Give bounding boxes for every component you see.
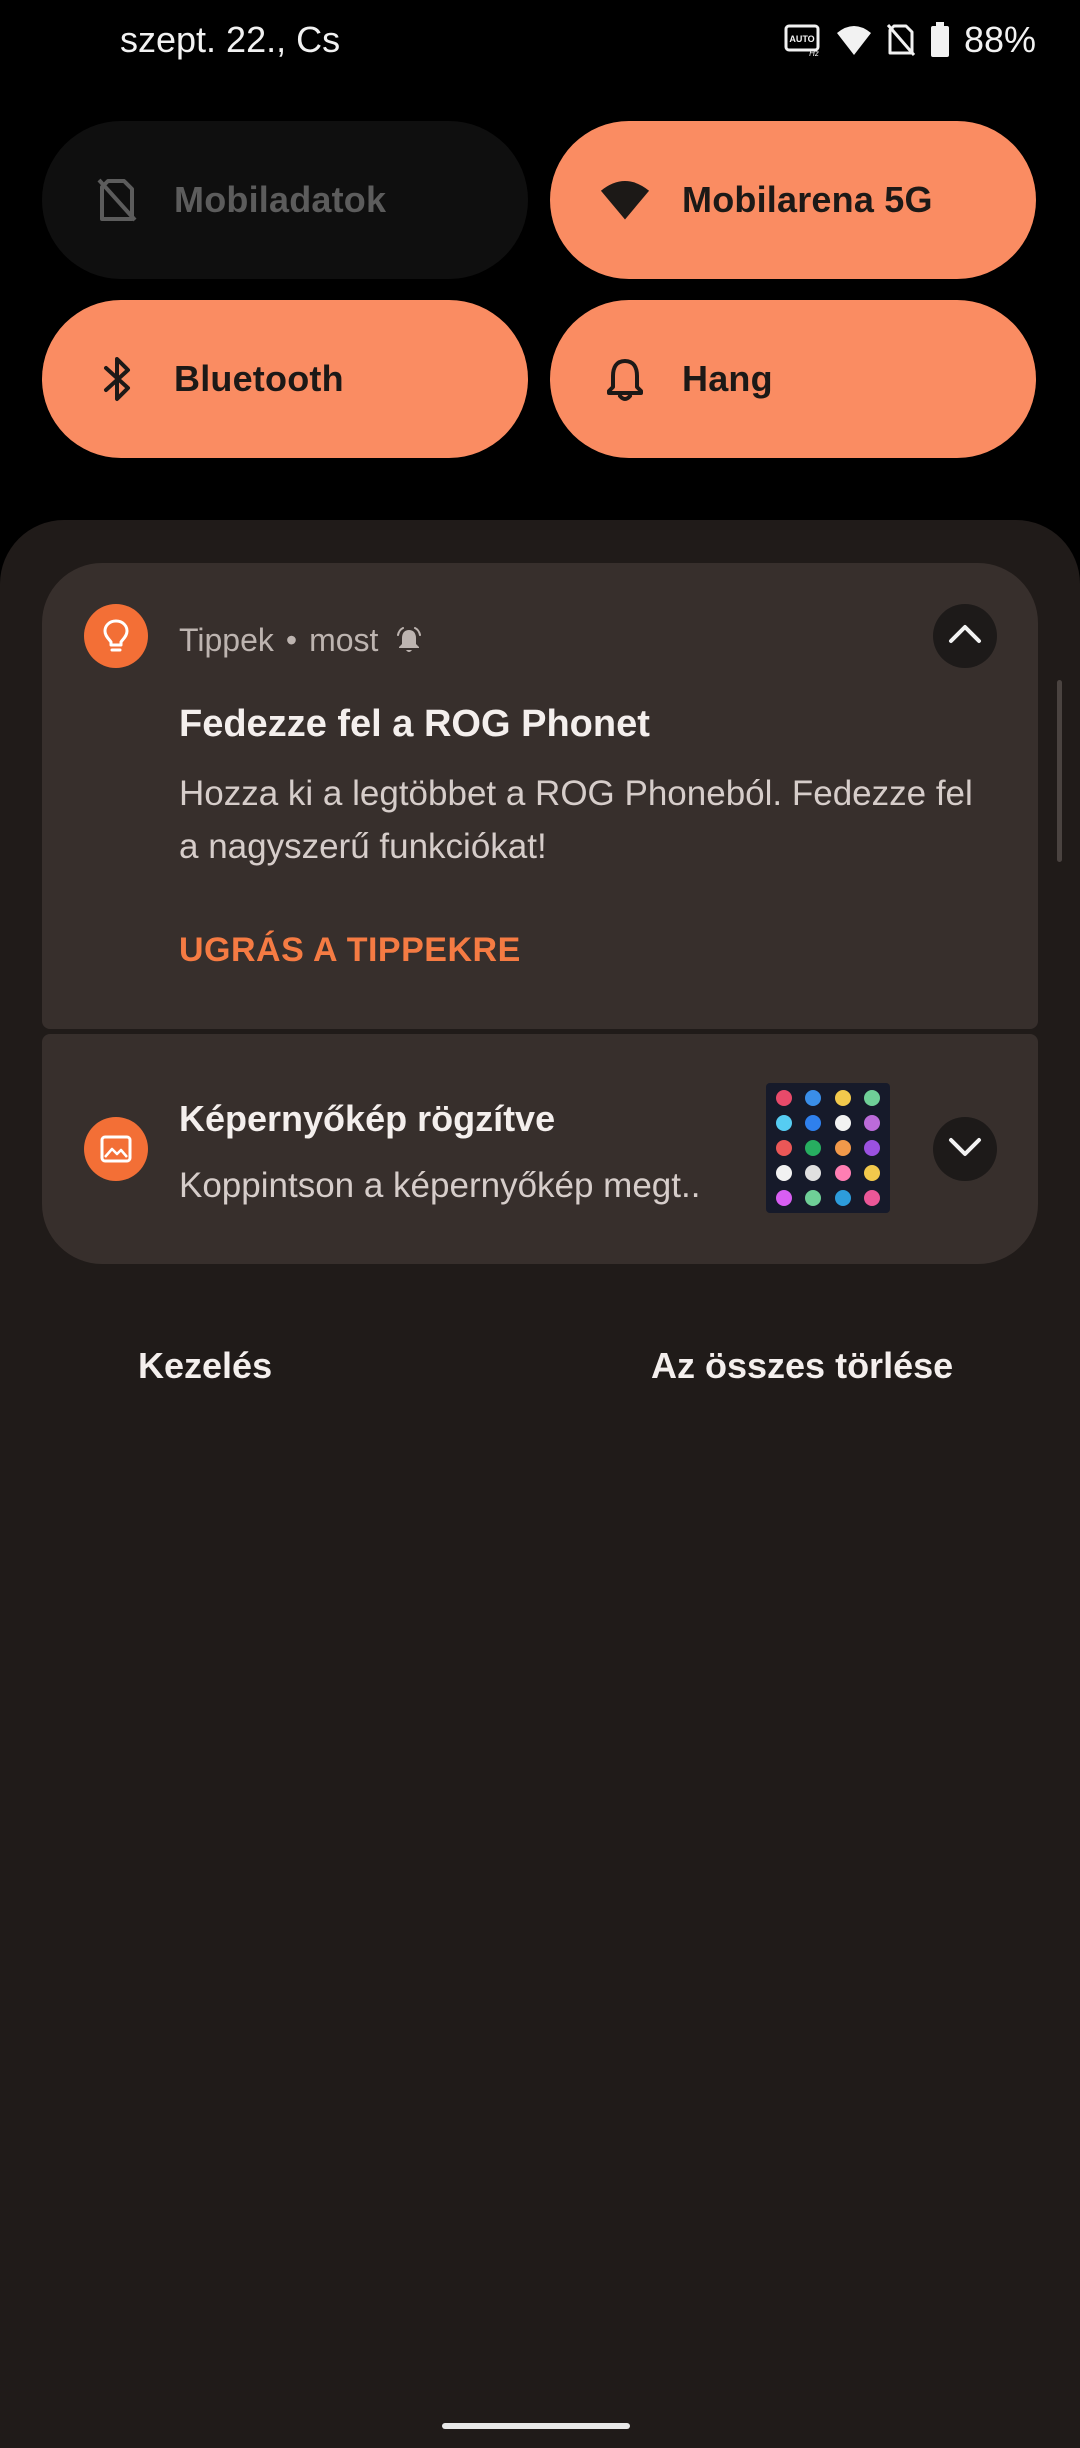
notification-screenshot[interactable]: Képernyőkép rögzítve Koppintson a képern… bbox=[42, 1034, 1038, 1264]
wifi-icon bbox=[836, 23, 872, 57]
go-to-tips-button[interactable]: UGRÁS A TIPPEKRE bbox=[179, 931, 521, 970]
tile-mobile-data-label: Mobiladatok bbox=[174, 179, 387, 220]
alerting-bell-icon bbox=[394, 625, 424, 655]
status-icons: AUTO Hz 88% bbox=[784, 18, 1036, 62]
notification-title: Fedezze fel a ROG Phonet bbox=[179, 703, 650, 745]
notification-header: Tippek • most bbox=[179, 615, 424, 665]
tile-sound[interactable]: Hang bbox=[550, 300, 1036, 458]
tile-wifi-label: Mobilarena 5G bbox=[682, 179, 933, 220]
notification-body: Koppintson a képernyőkép megt.. bbox=[179, 1166, 701, 1205]
notification-tips[interactable]: Tippek • most Fedezze fel a ROG Phonet H… bbox=[42, 563, 1038, 1029]
chevron-up-icon bbox=[948, 623, 982, 650]
tile-bluetooth[interactable]: Bluetooth bbox=[42, 300, 528, 458]
lightbulb-icon bbox=[84, 604, 148, 668]
no-sim-icon bbox=[886, 23, 916, 57]
bluetooth-icon bbox=[92, 354, 142, 404]
screenshot-thumbnail[interactable] bbox=[766, 1083, 890, 1213]
notification-body-line-1: Hozza ki a legtöbbet a ROG Phoneból. Fed… bbox=[179, 774, 973, 813]
collapse-button[interactable] bbox=[933, 604, 997, 668]
tile-sound-label: Hang bbox=[682, 358, 773, 399]
auto-refresh-rate-icon: AUTO Hz bbox=[784, 23, 822, 57]
separator-dot: • bbox=[285, 622, 298, 658]
bell-icon bbox=[600, 354, 650, 404]
battery-percentage: 88% bbox=[963, 19, 1036, 60]
svg-text:Hz: Hz bbox=[809, 49, 819, 57]
expand-button[interactable] bbox=[933, 1117, 997, 1181]
chevron-down-icon bbox=[948, 1136, 982, 1163]
manage-button[interactable]: Kezelés bbox=[138, 1336, 272, 1396]
notification-scrollbar[interactable] bbox=[1057, 680, 1062, 862]
notification-app-name: Tippek bbox=[179, 622, 274, 658]
svg-text:AUTO: AUTO bbox=[789, 34, 814, 44]
status-date: szept. 22., Cs bbox=[120, 19, 341, 60]
image-icon bbox=[84, 1117, 148, 1181]
notification-title: Képernyőkép rögzítve bbox=[179, 1098, 556, 1139]
notification-shade-screen: szept. 22., Cs AUTO Hz 88% Mobiladatok M… bbox=[0, 0, 1080, 2448]
battery-icon bbox=[930, 22, 950, 58]
wifi-icon bbox=[600, 175, 650, 225]
tile-mobile-data[interactable]: Mobiladatok bbox=[42, 121, 528, 279]
gesture-nav-handle[interactable] bbox=[442, 2423, 630, 2429]
clear-all-button[interactable]: Az összes törlése bbox=[651, 1336, 953, 1396]
notification-body-line-2: a nagyszerű funkciókat! bbox=[179, 827, 547, 866]
status-bar: szept. 22., Cs AUTO Hz 88% bbox=[0, 0, 1080, 80]
tile-bluetooth-label: Bluetooth bbox=[174, 358, 344, 399]
notification-time: most bbox=[309, 622, 379, 658]
tile-wifi[interactable]: Mobilarena 5G bbox=[550, 121, 1036, 279]
no-sim-icon bbox=[92, 175, 142, 225]
